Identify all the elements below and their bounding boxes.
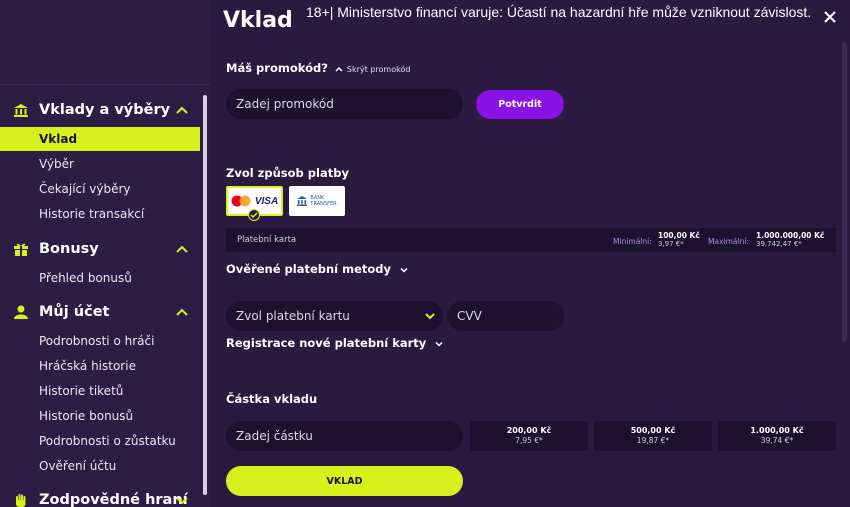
sidebar-scrollbar[interactable] xyxy=(203,95,207,495)
sidebar-section-title: Zodpovědné hraní xyxy=(39,492,188,507)
payment-method-label: Zvol způsob platby xyxy=(226,166,349,180)
sidebar-item-ticket-history[interactable]: Historie tiketů xyxy=(0,379,200,403)
payment-method-name: Platební karta xyxy=(237,235,297,245)
card-select[interactable]: Zvol platební kartu xyxy=(226,301,443,331)
register-card-toggle[interactable]: Registrace nové platební karty xyxy=(226,336,443,350)
sidebar: Vklady a výběry Vklad Výběr Čekající výb… xyxy=(0,0,210,507)
page-title: Vklad xyxy=(223,8,293,33)
sidebar-item-transaction-history[interactable]: Historie transakcí xyxy=(0,202,200,226)
promo-code-input[interactable]: Zadej promokód xyxy=(226,89,463,119)
sidebar-item-deposit[interactable]: Vklad xyxy=(0,127,200,151)
chevron-down-icon xyxy=(400,267,408,273)
amount-input[interactable]: Zadej částku xyxy=(226,421,463,451)
min-eur: 3,97 €* xyxy=(658,240,684,248)
chevron-up-icon[interactable] xyxy=(335,65,343,73)
sidebar-item-withdrawal[interactable]: Výběr xyxy=(0,152,200,176)
deposit-button[interactable]: VKLAD xyxy=(226,466,463,496)
bank-icon xyxy=(13,103,29,117)
hide-promo-link[interactable]: Skrýt promokód xyxy=(347,65,411,74)
cvv-input[interactable]: CVV xyxy=(447,301,564,331)
sidebar-item-player-history[interactable]: Hráčská historie xyxy=(0,354,200,378)
min-label: Minimální: xyxy=(613,237,652,246)
promo-question: Máš promokód? Skrýt promokód xyxy=(226,61,411,75)
sidebar-section-my-account[interactable]: Můj účet xyxy=(0,299,200,325)
main-scrollbar[interactable] xyxy=(842,42,847,342)
max-label: Maximální: xyxy=(708,237,749,246)
sidebar-item-bonus-history[interactable]: Historie bonusů xyxy=(0,404,200,428)
chevron-down-icon xyxy=(435,341,443,347)
bank-icon xyxy=(297,196,308,206)
chevron-up-icon xyxy=(176,308,188,316)
chevron-down-icon xyxy=(176,497,188,505)
amount-label: Částka vkladu xyxy=(226,392,318,406)
bank-transfer-logo: BANK TRANSFER xyxy=(310,195,337,207)
confirm-promo-button[interactable]: Potvrdit xyxy=(476,90,564,119)
sidebar-section-title: Vklady a výběry xyxy=(39,102,171,118)
chevron-up-icon xyxy=(176,245,188,253)
max-value: 1.000.000,00 Kč xyxy=(756,231,825,240)
sidebar-section-title: Bonusy xyxy=(39,241,99,257)
preset-amount-500[interactable]: 500,00 Kč 19,87 €* xyxy=(594,421,712,451)
gift-icon xyxy=(13,242,29,256)
visa-logo: VISA xyxy=(254,195,279,207)
sidebar-item-balance-details[interactable]: Podrobnosti o zůstatku xyxy=(0,429,200,453)
chevron-up-icon xyxy=(176,106,188,114)
sidebar-section-title: Můj účet xyxy=(39,304,110,320)
sidebar-item-pending-withdrawals[interactable]: Čekající výběry xyxy=(0,177,200,201)
max-eur: 39.742,47 €* xyxy=(756,240,802,248)
payment-option-bank-transfer[interactable]: BANK TRANSFER xyxy=(289,186,345,216)
payment-limits-bar: Platební karta Minimální: 100,00 Kč 3,97… xyxy=(226,228,836,252)
chevron-down-icon xyxy=(425,313,435,320)
divider xyxy=(0,84,210,85)
mastercard-icon xyxy=(231,195,251,207)
close-icon[interactable] xyxy=(822,9,838,25)
user-icon xyxy=(13,305,29,319)
sidebar-item-player-details[interactable]: Podrobnosti o hráči xyxy=(0,329,200,353)
selected-check-icon xyxy=(248,209,260,221)
sidebar-section-bonuses[interactable]: Bonusy xyxy=(0,236,200,262)
verified-methods-toggle[interactable]: Ověřené platební metody xyxy=(226,262,408,276)
sidebar-section-responsible-gaming[interactable]: Zodpovědné hraní xyxy=(0,487,200,507)
sidebar-item-account-verification[interactable]: Ověření účtu xyxy=(0,454,200,478)
hand-icon xyxy=(13,493,29,507)
sidebar-item-bonus-overview[interactable]: Přehled bonusů xyxy=(0,266,200,290)
gambling-warning: 18+| Ministerstvo financí varuje: Účastí… xyxy=(306,4,812,20)
preset-amount-1000[interactable]: 1.000,00 Kč 39,74 €* xyxy=(718,421,836,451)
min-value: 100,00 Kč xyxy=(658,231,700,240)
sidebar-section-deposits[interactable]: Vklady a výběry xyxy=(0,97,200,123)
preset-amount-200[interactable]: 200,00 Kč 7,95 €* xyxy=(470,421,588,451)
